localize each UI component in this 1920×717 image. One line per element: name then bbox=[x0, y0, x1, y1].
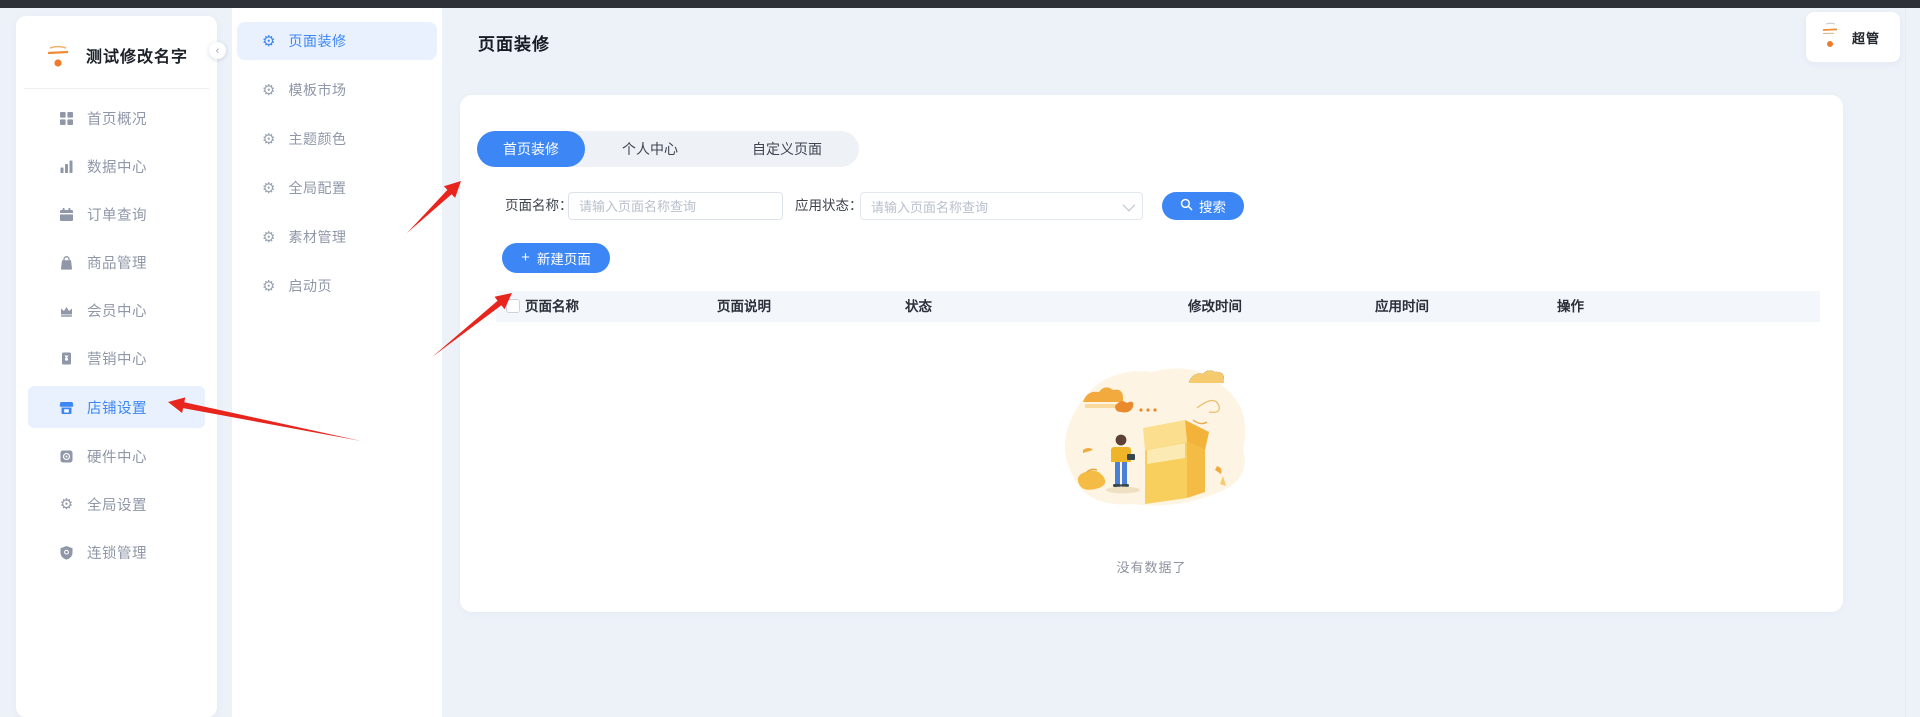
submenu-item-theme-color[interactable]: ⚙ 主题颜色 bbox=[237, 120, 437, 158]
empty-state-text: 没有数据了 bbox=[1116, 560, 1187, 575]
calendar-icon bbox=[59, 207, 74, 222]
sidebar-item-shop-settings[interactable]: 店铺设置 bbox=[28, 386, 205, 428]
chevron-left-icon: ‹ bbox=[215, 44, 220, 57]
sidebar-menu: 首页概况 数据中心 订单查询 商品管理 会员中心 营销中心 店铺设置 硬件中心 … bbox=[16, 98, 217, 580]
shield-icon bbox=[59, 545, 74, 560]
gear-icon: ⚙ bbox=[262, 130, 276, 148]
app-status-select[interactable]: 请输入页面名称查询 bbox=[860, 192, 1143, 220]
new-page-button-label: 新建页面 bbox=[536, 252, 591, 267]
search-icon bbox=[1180, 198, 1193, 214]
table-header-row: 页面名称 页面说明 状态 修改时间 应用时间 操作 bbox=[496, 291, 1820, 322]
crown-icon bbox=[59, 303, 74, 318]
sidebar-item-chain-management[interactable]: 连锁管理 bbox=[28, 532, 205, 572]
bar-chart-icon bbox=[59, 159, 74, 174]
sidebar-item-label: 全局设置 bbox=[87, 497, 147, 514]
brand-logo-icon bbox=[42, 39, 74, 71]
empty-state: 没有数据了 bbox=[460, 358, 1843, 576]
empty-state-illustration bbox=[1064, 368, 1245, 506]
tab-home-decoration[interactable]: 首页装修 bbox=[477, 131, 585, 167]
scrollbar-edge[interactable] bbox=[1905, 8, 1906, 717]
shopping-bag-icon bbox=[59, 255, 74, 270]
sidebar-item-label: 店铺设置 bbox=[87, 400, 147, 417]
col-applied: 应用时间 bbox=[1375, 299, 1429, 314]
browser-top-strip bbox=[0, 0, 1920, 8]
gear-icon: ⚙ bbox=[262, 32, 276, 50]
col-page-name: 页面名称 bbox=[525, 299, 579, 314]
gear-icon: ⚙ bbox=[59, 495, 74, 513]
gear-icon: ⚙ bbox=[262, 277, 276, 295]
filter-row: 页面名称： 应用状态： 请输入页面名称查询 搜索 bbox=[460, 192, 1843, 220]
content-card: 首页装修 个人中心 自定义页面 页面名称： 应用状态： 请输入页面名称查询 搜索… bbox=[460, 95, 1843, 612]
sidebar-item-marketing-center[interactable]: 营销中心 bbox=[28, 338, 205, 378]
submenu-item-label: 启动页 bbox=[288, 278, 332, 294]
brand-title: 测试修改名字 bbox=[86, 49, 189, 66]
app-window: 测试修改名字 首页概况 数据中心 订单查询 商品管理 会员中心 营销中心 店铺设… bbox=[0, 0, 1920, 717]
search-button[interactable]: 搜索 bbox=[1162, 192, 1244, 220]
coupon-icon bbox=[59, 351, 74, 366]
user-role-badge: 超管 bbox=[1852, 30, 1881, 46]
submenu-item-launch-page[interactable]: ⚙ 启动页 bbox=[237, 267, 437, 305]
col-actions: 操作 bbox=[1557, 299, 1584, 314]
sidebar-item-order-query[interactable]: 订单查询 bbox=[28, 194, 205, 234]
tab-custom-page[interactable]: 自定义页面 bbox=[715, 131, 859, 167]
select-all-checkbox[interactable] bbox=[506, 299, 520, 313]
primary-sidebar: 测试修改名字 首页概况 数据中心 订单查询 商品管理 会员中心 营销中心 店铺设… bbox=[16, 16, 217, 717]
col-modified: 修改时间 bbox=[1188, 299, 1242, 314]
sidebar-item-label: 硬件中心 bbox=[87, 449, 147, 466]
sidebar-item-label: 营销中心 bbox=[87, 351, 147, 368]
submenu-item-label: 全局配置 bbox=[288, 180, 347, 196]
sidebar-item-label: 数据中心 bbox=[87, 159, 147, 176]
col-page-desc: 页面说明 bbox=[717, 299, 771, 314]
page-title: 页面装修 bbox=[478, 35, 550, 54]
dashboard-grid-icon bbox=[59, 111, 74, 126]
sidebar-item-goods-management[interactable]: 商品管理 bbox=[28, 242, 205, 282]
submenu-item-material-management[interactable]: ⚙ 素材管理 bbox=[237, 218, 437, 256]
secondary-sidebar: ⚙ 页面装修 ⚙ 模板市场 ⚙ 主题颜色 ⚙ 全局配置 ⚙ 素材管理 ⚙ 启动页 bbox=[232, 8, 442, 717]
sidebar-item-data-center[interactable]: 数据中心 bbox=[28, 146, 205, 186]
sidebar-item-label: 首页概况 bbox=[87, 111, 147, 128]
page-name-input[interactable] bbox=[568, 192, 783, 220]
sidebar-item-label: 商品管理 bbox=[87, 255, 147, 272]
tab-personal-center[interactable]: 个人中心 bbox=[585, 131, 715, 167]
sidebar-item-member-center[interactable]: 会员中心 bbox=[28, 290, 205, 330]
app-status-label: 应用状态： bbox=[795, 198, 863, 213]
sidebar-divider bbox=[24, 88, 209, 89]
chevron-down-icon bbox=[1122, 198, 1136, 211]
submenu-item-page-decoration[interactable]: ⚙ 页面装修 bbox=[237, 22, 437, 60]
user-avatar bbox=[1818, 18, 1842, 57]
submenu-item-global-config[interactable]: ⚙ 全局配置 bbox=[237, 169, 437, 207]
submenu-item-label: 素材管理 bbox=[288, 229, 347, 245]
storefront-icon bbox=[59, 400, 74, 415]
tab-bar: 首页装修 个人中心 自定义页面 bbox=[477, 131, 859, 167]
submenu-item-template-market[interactable]: ⚙ 模板市场 bbox=[237, 71, 437, 109]
select-placeholder: 请输入页面名称查询 bbox=[871, 199, 989, 215]
gear-icon: ⚙ bbox=[262, 179, 276, 197]
sidebar-item-label: 连锁管理 bbox=[87, 545, 147, 562]
gear-icon: ⚙ bbox=[262, 81, 276, 99]
sidebar-item-label: 订单查询 bbox=[87, 207, 147, 224]
sidebar-item-home-overview[interactable]: 首页概况 bbox=[28, 98, 205, 138]
plus-icon: + bbox=[521, 249, 530, 266]
sidebar-item-label: 会员中心 bbox=[87, 303, 147, 320]
col-status: 状态 bbox=[905, 299, 932, 314]
user-card[interactable]: 超管 bbox=[1806, 12, 1900, 62]
submenu: ⚙ 页面装修 ⚙ 模板市场 ⚙ 主题颜色 ⚙ 全局配置 ⚙ 素材管理 ⚙ 启动页 bbox=[232, 8, 442, 305]
new-page-button[interactable]: + 新建页面 bbox=[502, 243, 610, 273]
submenu-item-label: 页面装修 bbox=[288, 33, 347, 49]
submenu-item-label: 模板市场 bbox=[288, 82, 347, 98]
search-button-label: 搜索 bbox=[1199, 200, 1226, 215]
hardware-chip-icon bbox=[59, 449, 74, 464]
gear-icon: ⚙ bbox=[262, 228, 276, 246]
sidebar-item-global-settings[interactable]: ⚙ 全局设置 bbox=[28, 484, 205, 524]
logo-row[interactable]: 测试修改名字 bbox=[16, 30, 217, 80]
sidebar-item-hardware-center[interactable]: 硬件中心 bbox=[28, 436, 205, 476]
submenu-item-label: 主题颜色 bbox=[288, 131, 347, 147]
page-name-label: 页面名称： bbox=[505, 198, 573, 213]
sidebar-collapse-button[interactable]: ‹ bbox=[209, 42, 226, 59]
